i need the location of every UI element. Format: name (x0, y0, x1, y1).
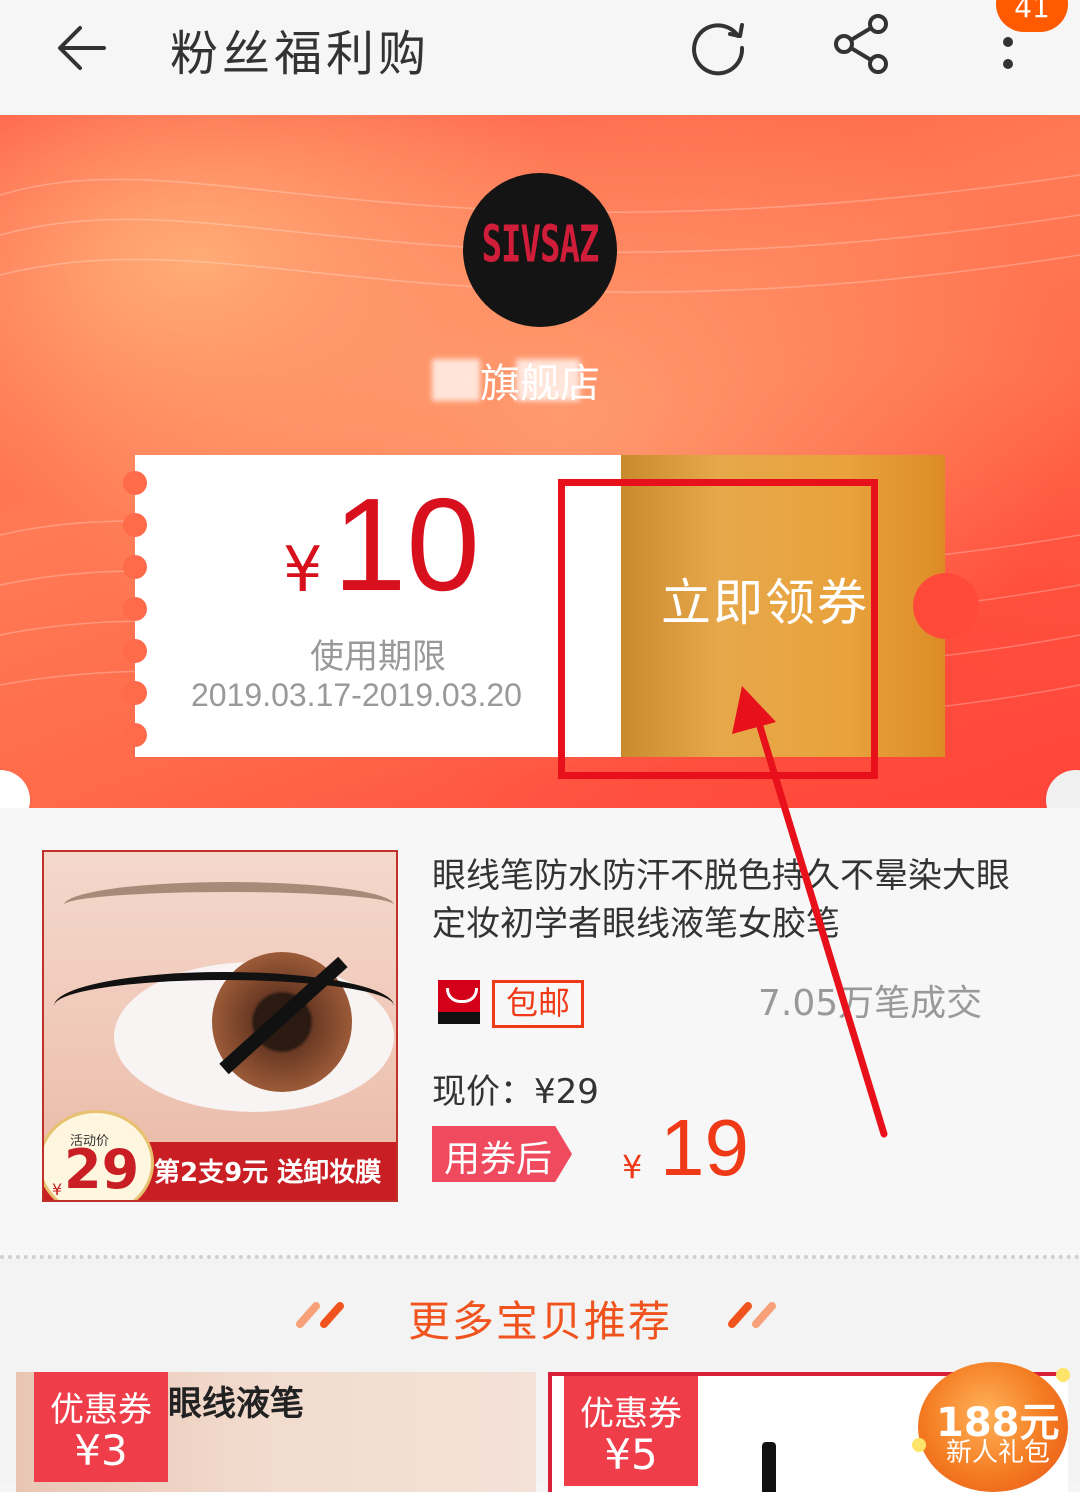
free-shipping-badge: 包邮 (492, 980, 584, 1028)
refresh-icon[interactable] (688, 14, 750, 76)
coupon-edge-notch (123, 597, 147, 621)
recommend-card-title: 眼线液笔 (168, 1384, 304, 1424)
coupon-validity-label: 使用期限 (310, 637, 446, 677)
coupon-tag-value: ¥5 (604, 1430, 658, 1479)
product-image-currency: ¥ (52, 1180, 63, 1199)
share-icon[interactable] (832, 12, 894, 76)
final-price-currency: ¥ (622, 1148, 643, 1186)
product-image-eyeliner (54, 972, 394, 1040)
after-coupon-label: 用券后 (444, 1139, 553, 1180)
coupon-tag-label: 优惠券 (50, 1390, 152, 1430)
sparkle-icon (912, 1438, 926, 1452)
annotation-highlight-box (558, 479, 878, 779)
final-price: 19 (660, 1103, 749, 1192)
hero-banner: SIVSAZ 旗舰店 ¥ 10 使用期限 2019.03.17-2019.03.… (0, 115, 1080, 808)
tmall-icon (438, 980, 480, 1024)
shop-logo[interactable]: SIVSAZ (463, 173, 617, 327)
product-image-promo: 第2支9元 送卸妆膜 (154, 1158, 382, 1188)
top-bar: 粉丝福利购 41 (0, 0, 1080, 115)
product-eyeliner-pen (762, 1442, 776, 1492)
coupon-edge-notch (123, 723, 147, 747)
product-title[interactable]: 眼线笔防水防汗不脱色持久不晕染大眼定妆初学者眼线液笔女胶笔 (432, 852, 1022, 948)
coupon-tag: 优惠券 ¥3 (34, 1372, 168, 1482)
product-image-brow (64, 882, 394, 928)
redacted-mark (516, 359, 580, 401)
coupon-edge-notch (123, 681, 147, 705)
product-image-price: 29 (64, 1138, 140, 1201)
coupon-edge-notch (123, 555, 147, 579)
sparkle-icon (1056, 1368, 1070, 1382)
coupon-card: ¥ 10 使用期限 2019.03.17-2019.03.20 (123, 455, 621, 757)
page-title: 粉丝福利购 (170, 26, 431, 82)
decor-slash-icon (728, 1302, 776, 1328)
coupon-edge-notch (913, 573, 979, 639)
sales-count: 7.05万笔成交 (758, 983, 983, 1024)
more-vertical-icon[interactable] (990, 28, 1026, 78)
recommend-title: 更多宝贝推荐 (407, 1297, 672, 1346)
gift-label: 新人礼包 (946, 1438, 1051, 1468)
coupon-amount: 10 (333, 471, 480, 618)
coupon-tag: 优惠券 ¥5 (564, 1376, 698, 1486)
coupon-validity-dates: 2019.03.17-2019.03.20 (191, 677, 522, 713)
shop-logo-text: SIVSAZ (481, 215, 600, 275)
coupon-edge-notch (123, 471, 147, 495)
section-divider (0, 1255, 1080, 1259)
coupon-tag-value: ¥3 (74, 1426, 128, 1475)
back-arrow-icon[interactable] (52, 20, 112, 76)
coupon-tag-label: 优惠券 (580, 1394, 682, 1434)
redacted-mark (432, 359, 480, 401)
coupon-edge-notch (123, 513, 147, 537)
coupon-currency: ¥ (283, 533, 323, 606)
product-image[interactable]: 第2支9元 送卸妆膜 活动价 ¥ 29 (42, 850, 398, 1202)
current-price: 现价：¥29 (432, 1072, 599, 1112)
